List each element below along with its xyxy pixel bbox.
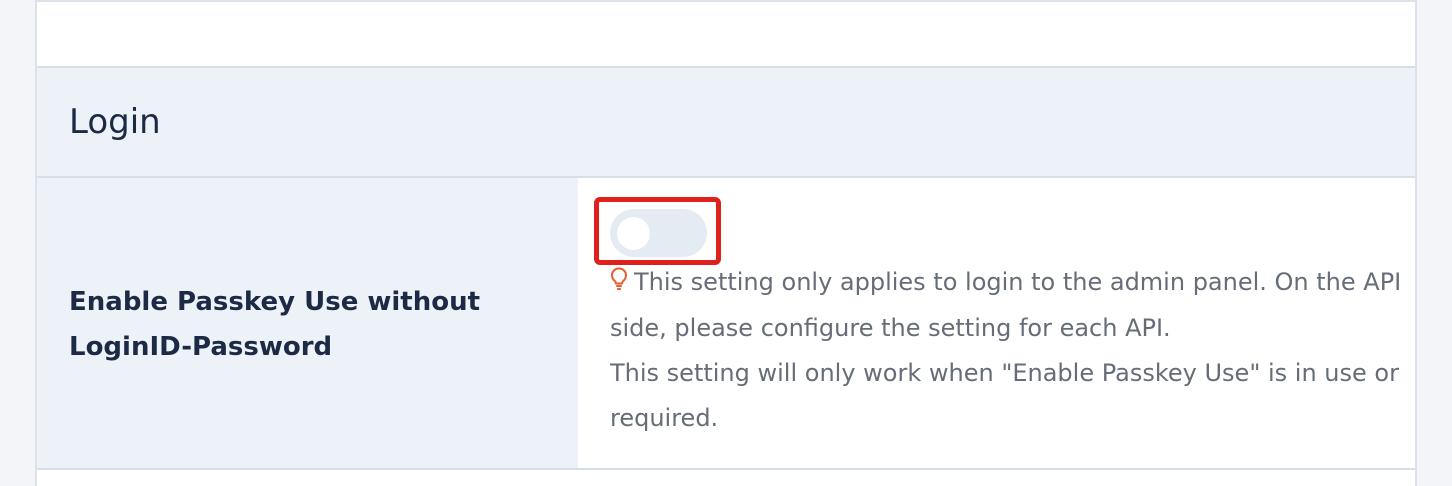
login-section-header: Login — [37, 66, 1415, 178]
setting-value-cell: This setting only applies to login to th… — [578, 178, 1415, 468]
help-line-1: This setting only applies to login to th… — [610, 260, 1410, 351]
help-line-1-text: This setting only applies to login to th… — [610, 268, 1402, 342]
toggle-knob — [617, 217, 650, 250]
setting-label-cell: Enable Passkey Use without LoginID-Passw… — [37, 178, 578, 468]
panel-top-row — [37, 0, 1415, 66]
setting-help-text: This setting only applies to login to th… — [610, 260, 1410, 441]
lightbulb-icon — [610, 261, 628, 306]
passkey-without-login-setting-row: Enable Passkey Use without LoginID-Passw… — [37, 178, 1415, 470]
section-title: Login — [69, 102, 161, 142]
passkey-without-password-toggle[interactable] — [610, 209, 707, 257]
settings-panel: Login Enable Passkey Use without LoginID… — [35, 0, 1417, 486]
setting-label: Enable Passkey Use without LoginID-Passw… — [69, 287, 481, 362]
help-line-2: This setting will only work when "Enable… — [610, 359, 1399, 432]
